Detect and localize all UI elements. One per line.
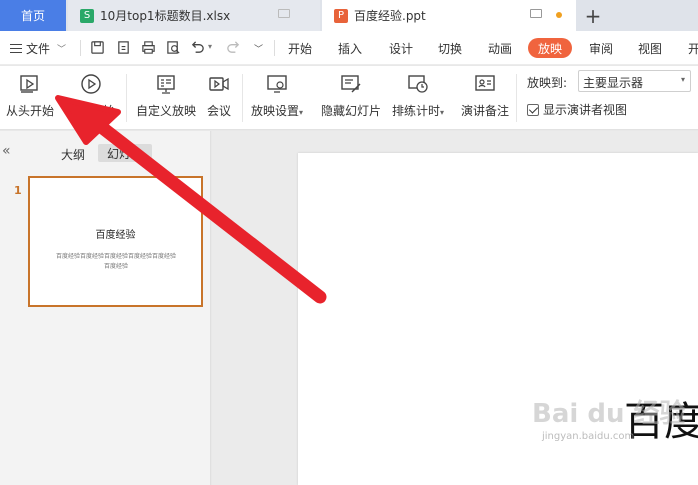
menu-design[interactable]: 设计: [389, 40, 413, 57]
monitor-icon: [278, 9, 290, 18]
slide-canvas: 百度 Bai du 经验 jingyan.baidu.com: [212, 131, 698, 485]
slide-number: 1: [14, 184, 22, 197]
output-display-label: 放映到:: [527, 76, 568, 90]
custom-show-label: 自定义放映: [136, 104, 197, 118]
settings-screen-icon: [267, 75, 287, 93]
presenter-view-label: 显示演讲者视图: [543, 103, 628, 117]
divider: [80, 40, 81, 56]
new-tab-button[interactable]: +: [582, 0, 604, 31]
hide-slide-label: 隐藏幻灯片: [321, 104, 382, 118]
export-pdf-icon[interactable]: [116, 40, 131, 55]
chevron-down-icon: ﹀: [57, 45, 67, 55]
output-display-value: 主要显示器: [583, 76, 644, 90]
speaker-notes-label: 演讲备注: [461, 104, 510, 118]
rehearse-clock-icon: [408, 75, 428, 93]
divider: [242, 74, 243, 122]
tab-ppt-document[interactable]: P 百度经验.ppt: [322, 0, 576, 31]
from-current-label: 当页开始: [67, 104, 116, 118]
show-settings-label: 放映设置▾: [251, 104, 304, 118]
file-menu-button[interactable]: 文件 ﹀: [10, 40, 66, 57]
tab-bar: 首页 S 10月top1标题数目.xlsx P 百度经验.ppt +: [0, 0, 698, 31]
ribbon-menu: 文件 ﹀ ▾ ﹀ 开始 插入 设计 切换 动画 放映 审阅 视图 开: [0, 31, 698, 65]
custom-show-icon: [157, 75, 175, 94]
menu-slideshow[interactable]: 放映: [528, 38, 572, 58]
redo-icon[interactable]: [226, 40, 241, 55]
slide-panel: « 大纲 幻灯片 1 百度经验 百度经验百度经验百度经验百度经验百度经验百度经验: [0, 131, 211, 485]
tab-slides[interactable]: 幻灯片: [98, 144, 152, 162]
tab-xlsx-document[interactable]: S 10月top1标题数目.xlsx: [68, 0, 320, 31]
presenter-view-toggle[interactable]: 显示演讲者视图: [527, 101, 627, 118]
tab-ppt-title: 百度经验.ppt: [354, 9, 426, 23]
file-menu-label: 文件: [26, 42, 51, 56]
print-icon[interactable]: [141, 40, 156, 55]
custom-show-button[interactable]: 自定义放映: [136, 72, 196, 119]
save-icon[interactable]: [90, 40, 105, 55]
thumbnail-body: 百度经验百度经验百度经验百度经验百度经验百度经验: [56, 253, 177, 270]
menu-view[interactable]: 视图: [638, 40, 662, 57]
menu-developer[interactable]: 开: [688, 40, 698, 57]
from-start-button[interactable]: 从头开始: [6, 72, 54, 119]
menu-transitions[interactable]: 切换: [438, 40, 462, 57]
divider: [516, 74, 517, 122]
quick-access-more-icon[interactable]: ﹀: [254, 42, 263, 55]
speaker-notes-icon: [475, 75, 495, 91]
menu-home[interactable]: 开始: [288, 40, 312, 57]
slide-editor[interactable]: 百度: [298, 153, 698, 485]
tab-home[interactable]: 首页: [0, 0, 66, 31]
spreadsheet-icon: S: [80, 8, 94, 23]
rehearse-timing-button[interactable]: 排练计时▾: [392, 72, 444, 119]
menu-insert[interactable]: 插入: [338, 40, 362, 57]
menu-review[interactable]: 审阅: [589, 40, 613, 57]
undo-dropdown-icon[interactable]: ▾: [208, 42, 212, 51]
presentation-icon: P: [334, 8, 348, 23]
hide-slide-button[interactable]: 隐藏幻灯片: [321, 72, 381, 119]
tab-home-label: 首页: [20, 9, 45, 23]
speaker-notes-button[interactable]: 演讲备注: [461, 72, 509, 119]
tab-xlsx-title: 10月top1标题数目.xlsx: [100, 9, 231, 23]
hide-slide-icon: [341, 75, 361, 93]
tab-outline[interactable]: 大纲: [61, 146, 85, 163]
show-settings-button[interactable]: 放映设置▾: [251, 72, 303, 119]
collapse-panel-icon[interactable]: «: [2, 143, 11, 159]
meeting-label: 会议: [207, 104, 232, 118]
divider: [274, 40, 275, 56]
rehearse-timing-label: 排练计时▾: [392, 104, 445, 118]
chevron-down-icon: ▾: [680, 75, 685, 84]
meeting-video-icon: [209, 77, 229, 91]
presenter-view-checkbox[interactable]: [527, 103, 539, 116]
slide-thumbnail[interactable]: 百度经验 百度经验百度经验百度经验百度经验百度经验百度经验: [28, 176, 203, 307]
menu-animations[interactable]: 动画: [488, 40, 512, 57]
baidu-watermark: Bai du 经验: [532, 399, 686, 429]
from-current-button[interactable]: 当页开始: [67, 72, 115, 119]
divider: [126, 74, 127, 122]
output-display-select[interactable]: 主要显示器 ▾: [578, 70, 691, 92]
hamburger-icon: [10, 44, 22, 53]
meeting-button[interactable]: 会议: [207, 72, 231, 119]
thumbnail-title: 百度经验: [95, 230, 136, 241]
watermark-url: jingyan.baidu.com: [542, 431, 635, 442]
unsaved-dot-icon: [556, 12, 562, 18]
play-from-start-icon: [20, 75, 38, 93]
slideshow-toolbar: 从头开始 当页开始 自定义放映 会议 放映设置▾ 隐藏幻灯片 排练计时▾ 演讲备…: [0, 66, 698, 130]
undo-icon[interactable]: [190, 40, 205, 55]
from-start-label: 从头开始: [6, 104, 55, 118]
print-preview-icon[interactable]: [166, 40, 181, 55]
play-circle-icon: [81, 74, 101, 94]
monitor-icon[interactable]: [530, 9, 542, 18]
